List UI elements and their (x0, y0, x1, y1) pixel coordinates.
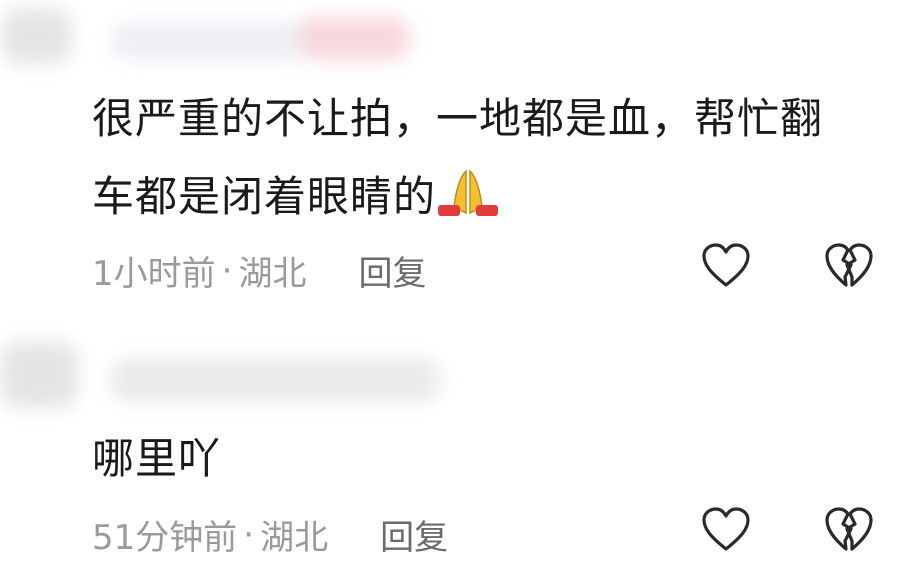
blurred-avatar (0, 342, 78, 408)
heart-outline-icon (702, 243, 750, 287)
comment-location: 湖北 (238, 254, 307, 294)
comment-text-line: 车都是闭着眼睛的 (92, 158, 892, 242)
broken-heart-icon (825, 507, 873, 551)
blurred-avatar (2, 8, 72, 64)
comment-location: 湖北 (260, 518, 329, 558)
reply-button[interactable]: 回复 (358, 246, 426, 295)
comment-meta: 51分钟前 · 湖北 回复 (92, 510, 448, 559)
meta-separator: · (221, 250, 233, 291)
comment-time: 51分钟前 (92, 518, 238, 558)
comment-time: 1小时前 (92, 254, 216, 294)
dislike-button[interactable] (821, 502, 877, 558)
reply-button[interactable]: 回复 (380, 510, 448, 559)
blurred-username-badge (300, 16, 410, 60)
comment-text: 哪里吖 (92, 420, 892, 498)
comment-meta: 1小时前 · 湖北 回复 (92, 246, 426, 295)
comment-text-line-part: 车都是闭着眼睛的 (92, 172, 437, 221)
broken-heart-icon (825, 243, 873, 287)
comment-text-line: 哪里吖 (92, 434, 222, 483)
folded-hands-icon (436, 164, 500, 242)
dislike-button[interactable] (821, 238, 877, 294)
like-button[interactable] (698, 238, 754, 294)
comment-text-line: 很严重的不让拍，一地都是血，帮忙翻 (92, 94, 824, 143)
meta-separator: · (243, 514, 255, 555)
heart-outline-icon (702, 507, 750, 551)
blurred-username (110, 358, 440, 402)
comment-text: 很严重的不让拍，一地都是血，帮忙翻 车都是闭着眼睛的 (92, 80, 892, 242)
like-button[interactable] (698, 502, 754, 558)
blurred-username (110, 22, 310, 60)
